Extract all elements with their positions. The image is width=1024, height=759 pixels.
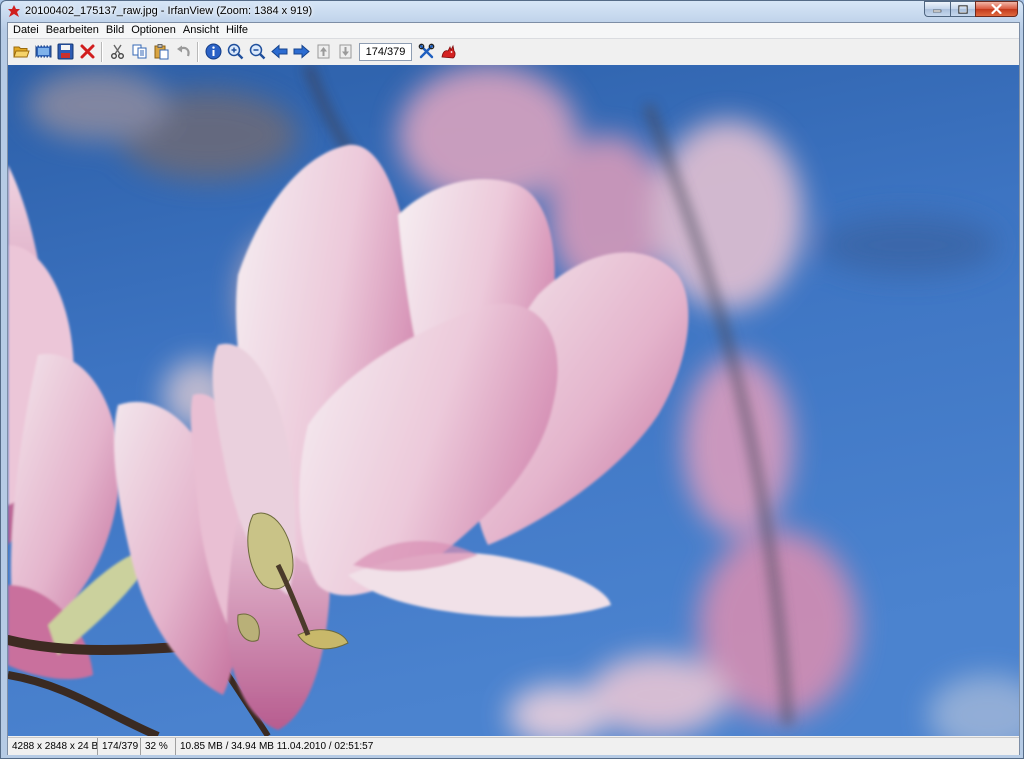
irfanview-app-icon[interactable] <box>7 4 21 18</box>
next-arrow-icon <box>293 44 310 59</box>
paste-button[interactable] <box>150 41 172 63</box>
status-file-info: 10.85 MB / 34.94 MB 11.04.2010 / 02:51:5… <box>180 741 374 752</box>
open-button[interactable] <box>10 41 32 63</box>
toolbar-separator <box>197 41 199 62</box>
previous-arrow-icon <box>270 44 287 59</box>
info-icon <box>205 43 221 60</box>
menu-ansicht[interactable]: Ansicht <box>181 23 224 38</box>
restore-button[interactable] <box>950 1 975 17</box>
menu-bearbeiten[interactable]: Bearbeiten <box>44 23 104 38</box>
last-page-icon <box>339 44 351 59</box>
zoom-in-icon <box>227 43 243 60</box>
magnolia-photo <box>8 65 1019 736</box>
menu-datei[interactable]: Datei <box>11 23 44 38</box>
save-icon <box>57 43 73 60</box>
previous-image-button[interactable] <box>268 41 290 63</box>
image-viewport[interactable] <box>8 65 1019 736</box>
window-title: 20100402_175137_raw.jpg - IrfanView (Zoo… <box>25 5 313 17</box>
zoom-out-button[interactable] <box>246 41 268 63</box>
copy-button[interactable] <box>128 41 150 63</box>
status-resolution: 4288 x 2848 x 24 BPP <box>8 738 98 755</box>
save-button[interactable] <box>54 41 76 63</box>
next-image-button[interactable] <box>290 41 312 63</box>
irfanview-cat-icon <box>441 44 455 59</box>
thumbnails-icon <box>35 45 51 58</box>
restore-icon <box>958 4 968 14</box>
toolbar-separator <box>101 41 103 62</box>
settings-button[interactable] <box>415 41 437 63</box>
cut-button[interactable] <box>106 41 128 63</box>
irfanview-window: 20100402_175137_raw.jpg - IrfanView (Zoo… <box>0 0 1024 759</box>
info-button[interactable] <box>202 41 224 63</box>
open-folder-icon <box>12 46 30 58</box>
copy-icon <box>132 44 146 59</box>
status-bar: 4288 x 2848 x 24 BPP 174/379 32 % 10.85 … <box>8 737 1019 755</box>
menu-hilfe[interactable]: Hilfe <box>224 23 253 38</box>
status-page: 174/379 <box>98 738 141 755</box>
close-icon <box>991 4 1002 14</box>
delete-button[interactable] <box>76 41 98 63</box>
status-zoom: 32 % <box>141 738 176 755</box>
irfanview-about-button[interactable] <box>437 41 459 63</box>
close-button[interactable] <box>975 1 1018 17</box>
paste-icon <box>154 44 168 60</box>
client-area: Datei Bearbeiten Bild Optionen Ansicht H… <box>7 22 1020 755</box>
toolbar: 174/379 <box>8 39 1019 64</box>
caption-buttons <box>924 1 1018 19</box>
first-page-icon <box>317 44 329 59</box>
menu-optionen[interactable]: Optionen <box>129 23 181 38</box>
title-bar[interactable]: 20100402_175137_raw.jpg - IrfanView (Zoo… <box>1 1 1023 22</box>
minimize-button[interactable] <box>924 1 950 17</box>
undo-icon <box>176 45 190 57</box>
last-page-button[interactable] <box>334 41 356 63</box>
page-counter: 174/379 <box>359 42 412 61</box>
zoom-in-button[interactable] <box>224 41 246 63</box>
settings-tools-icon <box>418 43 434 59</box>
zoom-out-icon <box>249 43 265 60</box>
minimize-icon <box>933 9 942 13</box>
cut-icon <box>110 44 124 59</box>
first-page-button[interactable] <box>312 41 334 63</box>
menu-bar: Datei Bearbeiten Bild Optionen Ansicht H… <box>8 23 1019 39</box>
delete-icon <box>80 44 94 59</box>
undo-button[interactable] <box>172 41 194 63</box>
menu-bild[interactable]: Bild <box>104 23 129 38</box>
thumbnails-button[interactable] <box>32 41 54 63</box>
